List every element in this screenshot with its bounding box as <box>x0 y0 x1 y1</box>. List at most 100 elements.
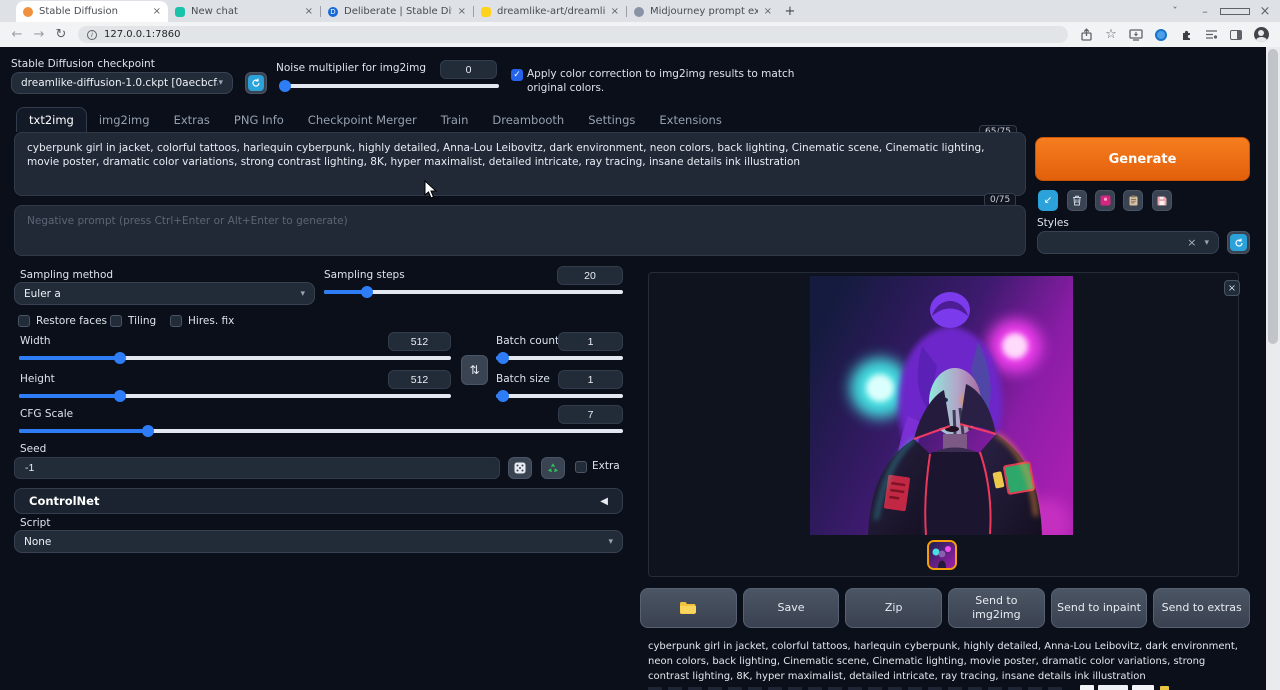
tab-close-icon[interactable]: × <box>611 6 619 17</box>
controlnet-accordion[interactable]: ControlNet ◀ <box>14 488 623 514</box>
tab-close-icon[interactable]: × <box>458 6 466 17</box>
browser-toolbar: ← → ↻ i 127.0.0.1:7860 ☆ ⋮ <box>0 22 1280 47</box>
scrollbar-thumb[interactable] <box>1268 49 1278 344</box>
extra-networks-button[interactable] <box>1095 190 1115 211</box>
gradio-favicon-icon <box>23 7 33 17</box>
swap-dimensions-button[interactable]: ⇅ <box>461 355 488 385</box>
tab-close-icon[interactable]: × <box>153 6 161 17</box>
tab-checkpoint-merger[interactable]: Checkpoint Merger <box>296 108 429 132</box>
trash-icon <box>1072 195 1082 206</box>
sampling-method-dropdown[interactable]: Euler a ▾ <box>14 282 315 305</box>
save-button[interactable]: Save <box>743 588 840 628</box>
close-gallery-button[interactable]: × <box>1224 280 1240 296</box>
tab-img2img[interactable]: img2img <box>87 108 162 132</box>
browser-tab-midjourney[interactable]: Midjourney prompt examples : L × <box>627 1 779 22</box>
window-close-button[interactable]: × <box>1250 4 1280 19</box>
color-correction-checkbox[interactable]: ✓ <box>511 69 523 81</box>
sampling-steps-input[interactable] <box>557 266 623 285</box>
script-dropdown[interactable]: None ▾ <box>14 530 623 553</box>
refresh-checkpoints-button[interactable] <box>245 72 267 94</box>
window-maximize-button[interactable] <box>1220 5 1250 18</box>
batch-size-input[interactable] <box>558 370 623 389</box>
generate-button[interactable]: Generate <box>1035 137 1250 181</box>
page-info-icon[interactable]: i <box>87 30 97 40</box>
height-input[interactable] <box>388 370 451 389</box>
extensions-puzzle-icon[interactable] <box>1178 27 1194 43</box>
negative-prompt-textarea[interactable] <box>14 205 1026 256</box>
tab-settings[interactable]: Settings <box>576 108 647 132</box>
apply-styles-button[interactable] <box>1123 190 1143 211</box>
tab-train[interactable]: Train <box>429 108 481 132</box>
noise-multiplier-label: Noise multiplier for img2img <box>276 62 426 74</box>
forward-icon[interactable]: → <box>28 27 50 42</box>
tiling-checkbox[interactable] <box>110 315 122 327</box>
paste-parameters-button[interactable]: ↙ <box>1038 190 1058 211</box>
tiling-label: Tiling <box>128 315 156 327</box>
cfg-scale-input[interactable] <box>558 405 623 424</box>
chevron-down-icon: ▾ <box>608 537 613 547</box>
batch-count-input[interactable] <box>558 332 623 351</box>
color-correction-label: Apply color correction to img2img result… <box>527 68 794 80</box>
profile-avatar[interactable] <box>1253 27 1269 43</box>
tab-png-info[interactable]: PNG Info <box>222 108 296 132</box>
chevron-down-icon: ▾ <box>1204 238 1209 248</box>
chrome-chevron-icon[interactable]: ˇ <box>1160 5 1190 18</box>
checkpoint-dropdown[interactable]: dreamlike-diffusion-1.0.ckpt [0aecbcfa2c… <box>11 72 233 94</box>
window-minimize-button[interactable]: – <box>1190 5 1220 18</box>
controlnet-label: ControlNet <box>29 494 99 508</box>
browser-tab-new-chat[interactable]: New chat × <box>168 1 320 22</box>
share-icon[interactable] <box>1078 27 1094 43</box>
page-scrollbar[interactable] <box>1266 47 1280 690</box>
refresh-styles-button[interactable] <box>1227 231 1250 254</box>
tab-extras[interactable]: Extras <box>162 108 222 132</box>
cfg-scale-slider[interactable] <box>19 429 623 433</box>
width-slider[interactable] <box>19 356 451 360</box>
save-style-button[interactable] <box>1152 190 1172 211</box>
width-input[interactable] <box>388 332 451 351</box>
install-app-icon[interactable] <box>1128 27 1144 43</box>
refresh-icon <box>248 75 264 91</box>
tab-txt2img[interactable]: txt2img <box>16 107 87 132</box>
height-slider[interactable] <box>19 394 451 398</box>
send-to-img2img-button[interactable]: Send to img2img <box>948 588 1045 628</box>
browser-tab-stable-diffusion[interactable]: Stable Diffusion × <box>16 1 168 22</box>
side-panel-icon[interactable] <box>1228 27 1244 43</box>
clear-prompt-button[interactable] <box>1067 190 1087 211</box>
prompt-textarea[interactable]: cyberpunk girl in jacket, colorful tatto… <box>14 132 1026 196</box>
chevron-down-icon: ▾ <box>218 78 223 88</box>
random-seed-button[interactable] <box>508 457 532 479</box>
back-icon[interactable]: ← <box>6 27 28 42</box>
tab-extensions[interactable]: Extensions <box>647 108 733 132</box>
noise-multiplier-input[interactable] <box>440 60 497 79</box>
batch-size-slider[interactable] <box>496 394 623 398</box>
reload-icon[interactable]: ↻ <box>50 27 72 42</box>
send-to-inpaint-button[interactable]: Send to inpaint <box>1051 588 1148 628</box>
seed-input[interactable] <box>14 457 500 479</box>
noise-multiplier-slider[interactable] <box>281 84 499 88</box>
sampling-steps-slider[interactable] <box>324 290 623 294</box>
address-bar[interactable]: i 127.0.0.1:7860 <box>78 26 1068 43</box>
tab-list-icon[interactable] <box>1203 27 1219 43</box>
zip-button[interactable]: Zip <box>845 588 942 628</box>
open-folder-button[interactable] <box>640 588 737 628</box>
tab-close-icon[interactable]: × <box>764 6 772 17</box>
batch-count-slider[interactable] <box>496 356 623 360</box>
restore-faces-checkbox[interactable] <box>18 315 30 327</box>
browser-tab-dreamlike[interactable]: dreamlike-art/dreamlike-diffusio × <box>474 1 626 22</box>
send-to-extras-button[interactable]: Send to extras <box>1153 588 1250 628</box>
clear-styles-icon[interactable]: × <box>1187 236 1196 249</box>
new-tab-button[interactable]: + <box>779 0 801 22</box>
extra-seed-checkbox[interactable] <box>575 461 587 473</box>
batch-size-label: Batch size <box>496 373 550 385</box>
tab-dreambooth[interactable]: Dreambooth <box>480 108 576 132</box>
reuse-seed-button[interactable] <box>541 457 565 479</box>
hires-fix-checkbox[interactable] <box>170 315 182 327</box>
tab-close-icon[interactable]: × <box>305 6 313 17</box>
browser-tab-deliberate[interactable]: D Deliberate | Stable Diffusion Che × <box>321 1 473 22</box>
gallery-thumbnail-selected[interactable] <box>927 540 957 570</box>
styles-dropdown[interactable]: × ▾ <box>1037 231 1219 254</box>
bookmark-star-icon[interactable]: ☆ <box>1103 27 1119 43</box>
extension-blue-icon[interactable] <box>1153 27 1169 43</box>
clipboard-icon <box>1129 195 1138 206</box>
generated-image[interactable] <box>810 276 1073 535</box>
